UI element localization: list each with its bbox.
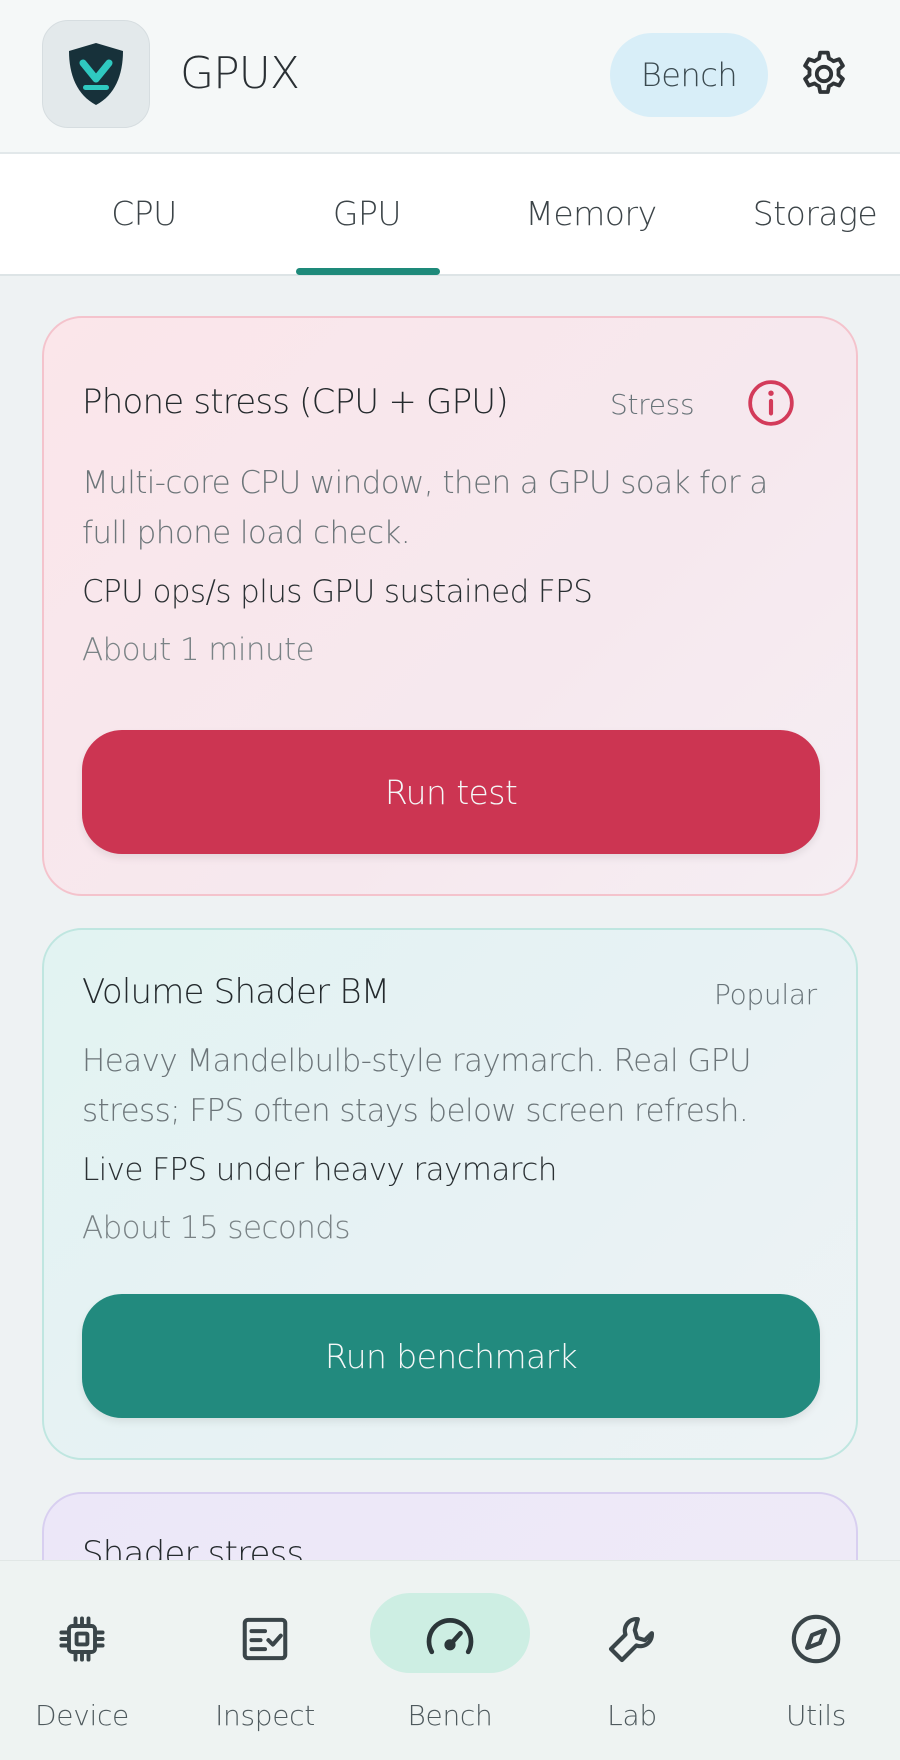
shield-logo-icon bbox=[69, 43, 123, 105]
tab-gpu[interactable]: GPU bbox=[267, 194, 467, 233]
info-button[interactable] bbox=[746, 378, 796, 428]
settings-button[interactable] bbox=[796, 46, 852, 102]
card-duration: About 15 seconds bbox=[82, 1210, 351, 1246]
card-description: Heavy Mandelbulb-style raymarch. Real GP… bbox=[82, 1043, 752, 1129]
nav-item-utils[interactable]: Utils bbox=[726, 1561, 900, 1760]
checklist-icon bbox=[235, 1609, 295, 1669]
nav-label: Bench bbox=[407, 1699, 493, 1732]
nav-label: Utils bbox=[785, 1699, 847, 1732]
nav-item-bench[interactable]: Bench bbox=[360, 1561, 540, 1760]
tab-selected-indicator bbox=[296, 268, 440, 275]
info-icon bbox=[748, 380, 794, 426]
run-benchmark-button[interactable]: Run benchmark bbox=[82, 1294, 820, 1418]
app-screen: GPUX Bench CPU GPU Memory Storage Phone … bbox=[0, 0, 900, 1760]
card-tag: Popular bbox=[714, 978, 817, 1011]
category-tabs: CPU GPU Memory Storage bbox=[0, 154, 900, 276]
card-title: Phone stress (CPU + GPU) bbox=[82, 382, 509, 422]
card-duration: About 1 minute bbox=[82, 632, 315, 668]
bench-mode-button[interactable]: Bench bbox=[610, 33, 768, 117]
app-title: GPUX bbox=[180, 48, 300, 99]
gear-icon bbox=[803, 50, 845, 94]
card-metric: CPU ops/s plus GPU sustained FPS bbox=[82, 574, 593, 610]
card-metric: Live FPS under heavy raymarch bbox=[82, 1152, 557, 1188]
nav-label: Device bbox=[35, 1699, 129, 1732]
nav-label: Inspect bbox=[215, 1699, 315, 1732]
chip-icon bbox=[52, 1609, 112, 1669]
card-title: Volume Shader BM bbox=[82, 972, 390, 1012]
card-tag: Stress bbox=[610, 388, 695, 421]
volume-shader-card: Volume Shader BM Popular Heavy Mandelbul… bbox=[42, 928, 858, 1460]
tab-cpu[interactable]: CPU bbox=[44, 194, 244, 233]
card-title: Shader stress bbox=[82, 1534, 304, 1560]
app-logo bbox=[42, 20, 150, 128]
tab-storage[interactable]: Storage bbox=[715, 194, 900, 233]
nav-item-device[interactable]: Device bbox=[0, 1561, 172, 1760]
nav-item-lab[interactable]: Lab bbox=[542, 1561, 722, 1760]
nav-label: Lab bbox=[607, 1699, 657, 1732]
shader-stress-card: Shader stress bbox=[42, 1492, 858, 1560]
wrench-icon bbox=[602, 1609, 662, 1669]
run-test-button[interactable]: Run test bbox=[82, 730, 820, 854]
speedometer-icon bbox=[420, 1609, 480, 1669]
phone-stress-card: Phone stress (CPU + GPU) Stress Multi-co… bbox=[42, 316, 858, 896]
tab-memory[interactable]: Memory bbox=[491, 194, 691, 233]
nav-item-inspect[interactable]: Inspect bbox=[175, 1561, 355, 1760]
compass-icon bbox=[786, 1609, 846, 1669]
app-header: GPUX Bench bbox=[0, 0, 900, 154]
bottom-navigation: Device Inspect Bench Lab Utils bbox=[0, 1560, 900, 1760]
benchmark-list[interactable]: Phone stress (CPU + GPU) Stress Multi-co… bbox=[0, 276, 900, 1560]
card-description: Multi-core CPU window, then a GPU soak f… bbox=[82, 465, 768, 551]
